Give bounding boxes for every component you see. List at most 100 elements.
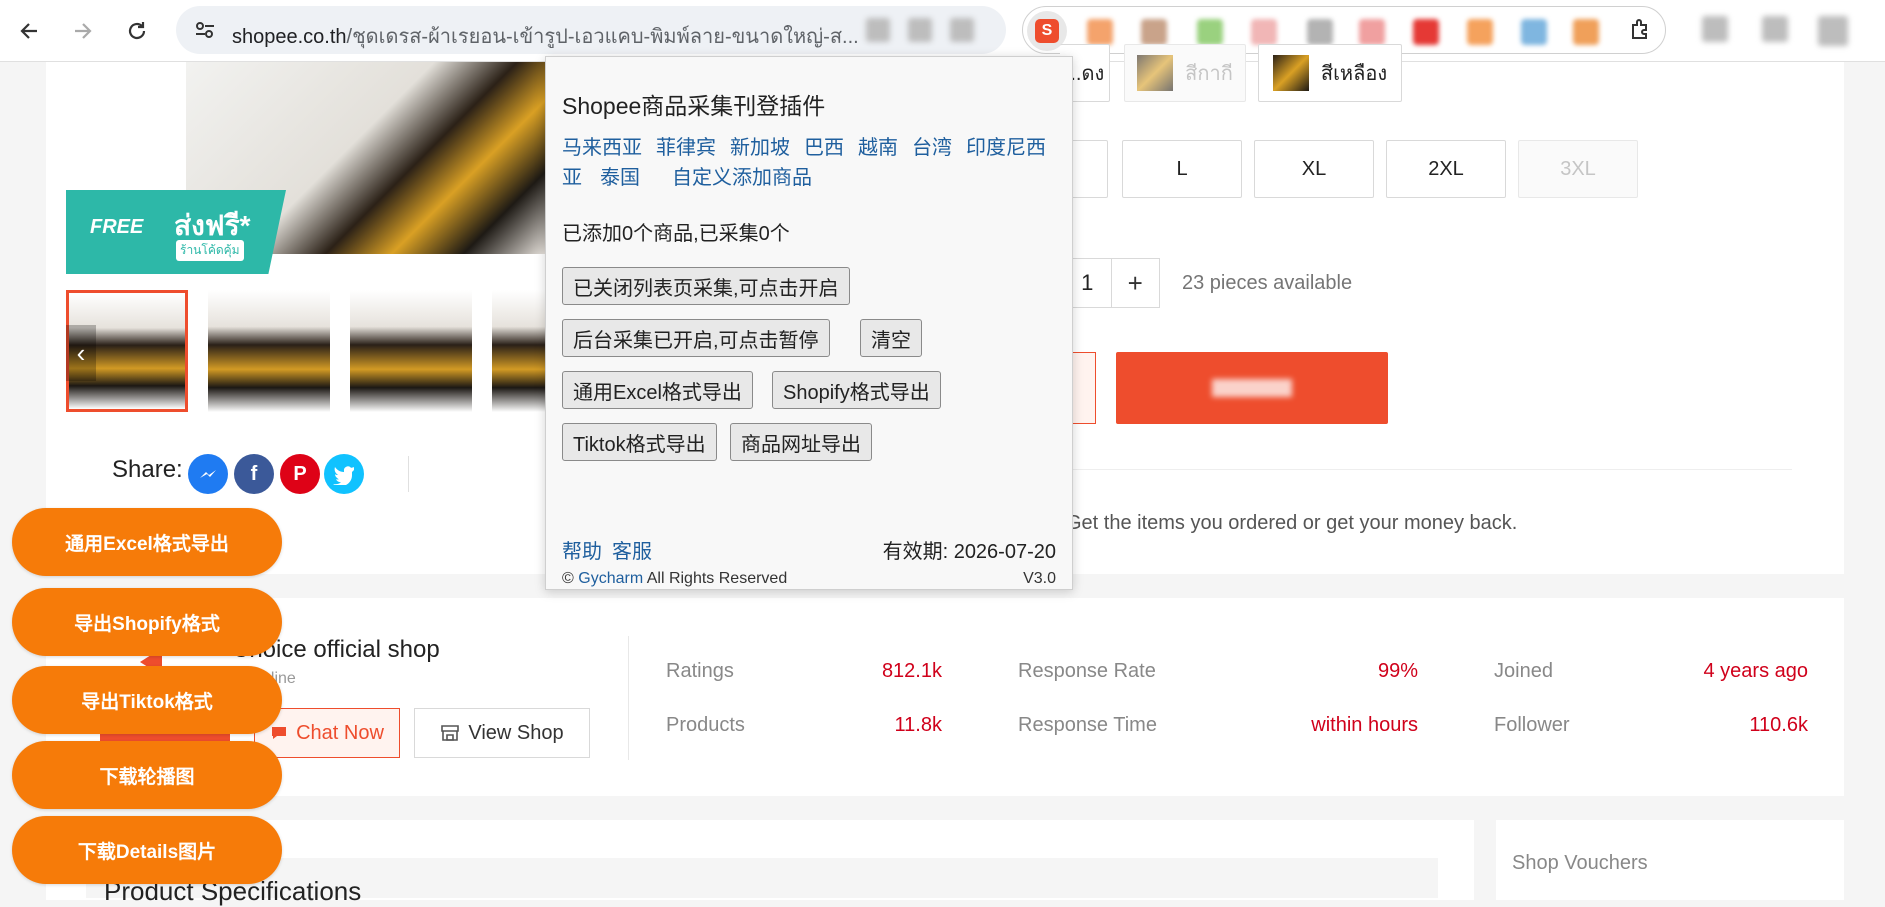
blurred-extension-icon[interactable] [1307,19,1333,45]
shop-card [46,598,1844,796]
back-icon[interactable] [12,14,46,48]
url-host: shopee.co.th [232,26,347,48]
blurred-extension-icon[interactable] [1141,19,1167,45]
blurred-extension-icon[interactable] [1197,19,1223,45]
pinterest-icon[interactable]: P [280,454,320,494]
blurred-label [1212,379,1292,397]
thumbnail-strip [66,290,546,412]
view-shop-button[interactable]: View Shop [414,708,590,758]
divider [408,456,409,492]
blurred-extension-icon[interactable] [1087,19,1113,45]
country-link-singapore[interactable]: 新加坡 [730,137,790,159]
color-option-label: สีกากี [1185,63,1233,85]
color-option-label: สีเหลือง [1320,63,1388,85]
country-link-taiwan[interactable]: 台湾 [912,137,952,159]
size-option[interactable]: XL [1254,140,1374,198]
popup-footer-links: 帮助 客服 [562,535,662,564]
float-export-tiktok-button[interactable]: 导出Tiktok格式 [12,666,282,734]
thumbnail-image[interactable] [492,290,546,412]
free-badge: FREE [90,216,144,238]
copyright-symbol: © [562,570,574,587]
blurred-profile-icon[interactable] [1818,16,1848,46]
color-option[interactable]: สีเหลือง [1258,44,1402,102]
messenger-icon[interactable] [188,454,228,494]
reload-icon[interactable] [120,14,154,48]
guarantee-text: Get the items you ordered or get your mo… [1066,512,1518,534]
stat-label-products: Products [666,714,745,736]
extensions-puzzle-icon[interactable] [1629,17,1653,47]
site-settings-icon[interactable] [194,20,216,40]
divider [1064,469,1792,470]
blurred-extension-icon[interactable] [1573,19,1599,45]
buy-now-button[interactable] [1116,352,1388,424]
country-link-malaysia[interactable]: 马来西亚 [562,137,642,159]
color-thumbnail [1137,55,1174,91]
increase-quantity-button[interactable]: + [1112,259,1160,307]
view-shop-label: View Shop [468,721,564,744]
browser-toolbar: shopee.co.th/ชุดเดรส-ผ้าเรยอน-เข้ารูป-เอ… [0,0,1885,62]
export-tiktok-button[interactable]: Tiktok格式导出 [562,423,717,461]
toggle-background-collect-button[interactable]: 后台采集已开启,可点击暂停 [562,319,830,357]
blurred-toolbar-icon[interactable] [1762,16,1788,42]
twitter-icon[interactable] [324,454,364,494]
blurred-extension-icon[interactable] [1467,19,1493,45]
size-option-label: XL [1301,157,1327,180]
extension-popup: Shopee商品采集刊登插件 马来西亚 菲律宾 新加坡 巴西 越南 台湾 印度尼西亚 泰国 自定… [545,56,1073,590]
blurred-extension-icon[interactable] [1251,19,1277,45]
facebook-icon[interactable]: f [234,454,274,494]
toggle-list-collect-button[interactable]: 已关闭列表页采集,可点击开启 [562,267,850,305]
chat-icon [272,727,287,739]
clear-button[interactable]: 清空 [860,319,922,357]
popup-title: Shopee商品采集刊登插件 [562,93,826,119]
size-option-label: 3XL [1560,157,1596,180]
float-download-details-button[interactable]: 下载Details图片 [12,816,282,884]
address-bar[interactable]: shopee.co.th/ชุดเดรส-ผ้าเรยอน-เข้ารูป-เอ… [176,6,1006,54]
blurred-extension-icon[interactable] [1521,19,1547,45]
size-option[interactable]: 2XL [1386,140,1506,198]
expiry-date: 有效期: 2026-07-20 [882,541,1056,563]
blurred-toolbar-icon[interactable] [1702,16,1728,42]
color-option[interactable]: สีกากี [1124,44,1246,102]
country-link-thailand[interactable]: 泰国 [600,167,640,189]
url-path: /ชุดเดรส-ผ้าเรยอน-เข้ารูป-เอวแคบ-พิมพ์ลา… [346,26,859,48]
collection-status: 已添加0个商品,已采集0个 [562,223,790,245]
forward-icon[interactable] [66,14,100,48]
custom-add-product-link[interactable]: 自定义添加商品 [672,167,812,189]
blurred-extension-icon[interactable] [1413,19,1439,45]
free-shipping-subtext: ร้านโค้ดคุ้ม [176,240,244,261]
blurred-icon [908,18,932,42]
chevron-left-icon[interactable]: ‹ [66,325,96,381]
store-icon [441,725,460,741]
size-option-label: 2XL [1428,157,1464,180]
export-urls-button[interactable]: 商品网址导出 [730,423,872,461]
blurred-extension-icon[interactable] [1359,19,1385,45]
divider [628,636,629,760]
stat-label-ratings: Ratings [666,660,734,682]
country-link-philippines[interactable]: 菲律宾 [656,137,716,159]
url-text: shopee.co.th/ชุดเดรส-ผ้าเรยอน-เข้ารูป-เอ… [232,20,952,52]
country-links: 马来西亚 菲律宾 新加坡 巴西 越南 台湾 印度尼西亚 泰国 自定义添加商品 [562,133,1062,193]
thumbnail-image[interactable] [350,290,472,412]
export-shopify-button[interactable]: Shopify格式导出 [772,371,941,409]
float-download-carousel-button[interactable]: 下载轮播图 [12,741,282,809]
share-label: Share: [112,456,183,483]
gycharm-link[interactable]: Gycharm [578,570,643,587]
country-link-vietnam[interactable]: 越南 [858,137,898,159]
size-option[interactable]: 3XL [1518,140,1638,198]
shop-vouchers-title: Shop Vouchers [1512,852,1648,874]
help-link[interactable]: 帮助 [562,541,602,563]
stat-label-follower: Follower [1494,714,1570,736]
support-link[interactable]: 客服 [612,541,652,563]
version-label: V3.0 [1023,570,1056,587]
stat-value-joined: 4 years ago [1703,660,1808,682]
float-export-excel-button[interactable]: 通用Excel格式导出 [12,508,282,576]
thumbnail-image[interactable] [208,290,330,412]
stat-value-follower: 110.6k [1749,714,1808,736]
stat-label-response-rate: Response Rate [1018,660,1156,682]
stat-value-products[interactable]: 11.8k [840,714,942,737]
export-excel-button[interactable]: 通用Excel格式导出 [562,371,753,409]
country-link-brazil[interactable]: 巴西 [804,137,844,159]
float-export-shopify-button[interactable]: 导出Shopify格式 [12,588,282,656]
size-option[interactable]: L [1122,140,1242,198]
stat-value-ratings: 812.1k [881,660,942,682]
